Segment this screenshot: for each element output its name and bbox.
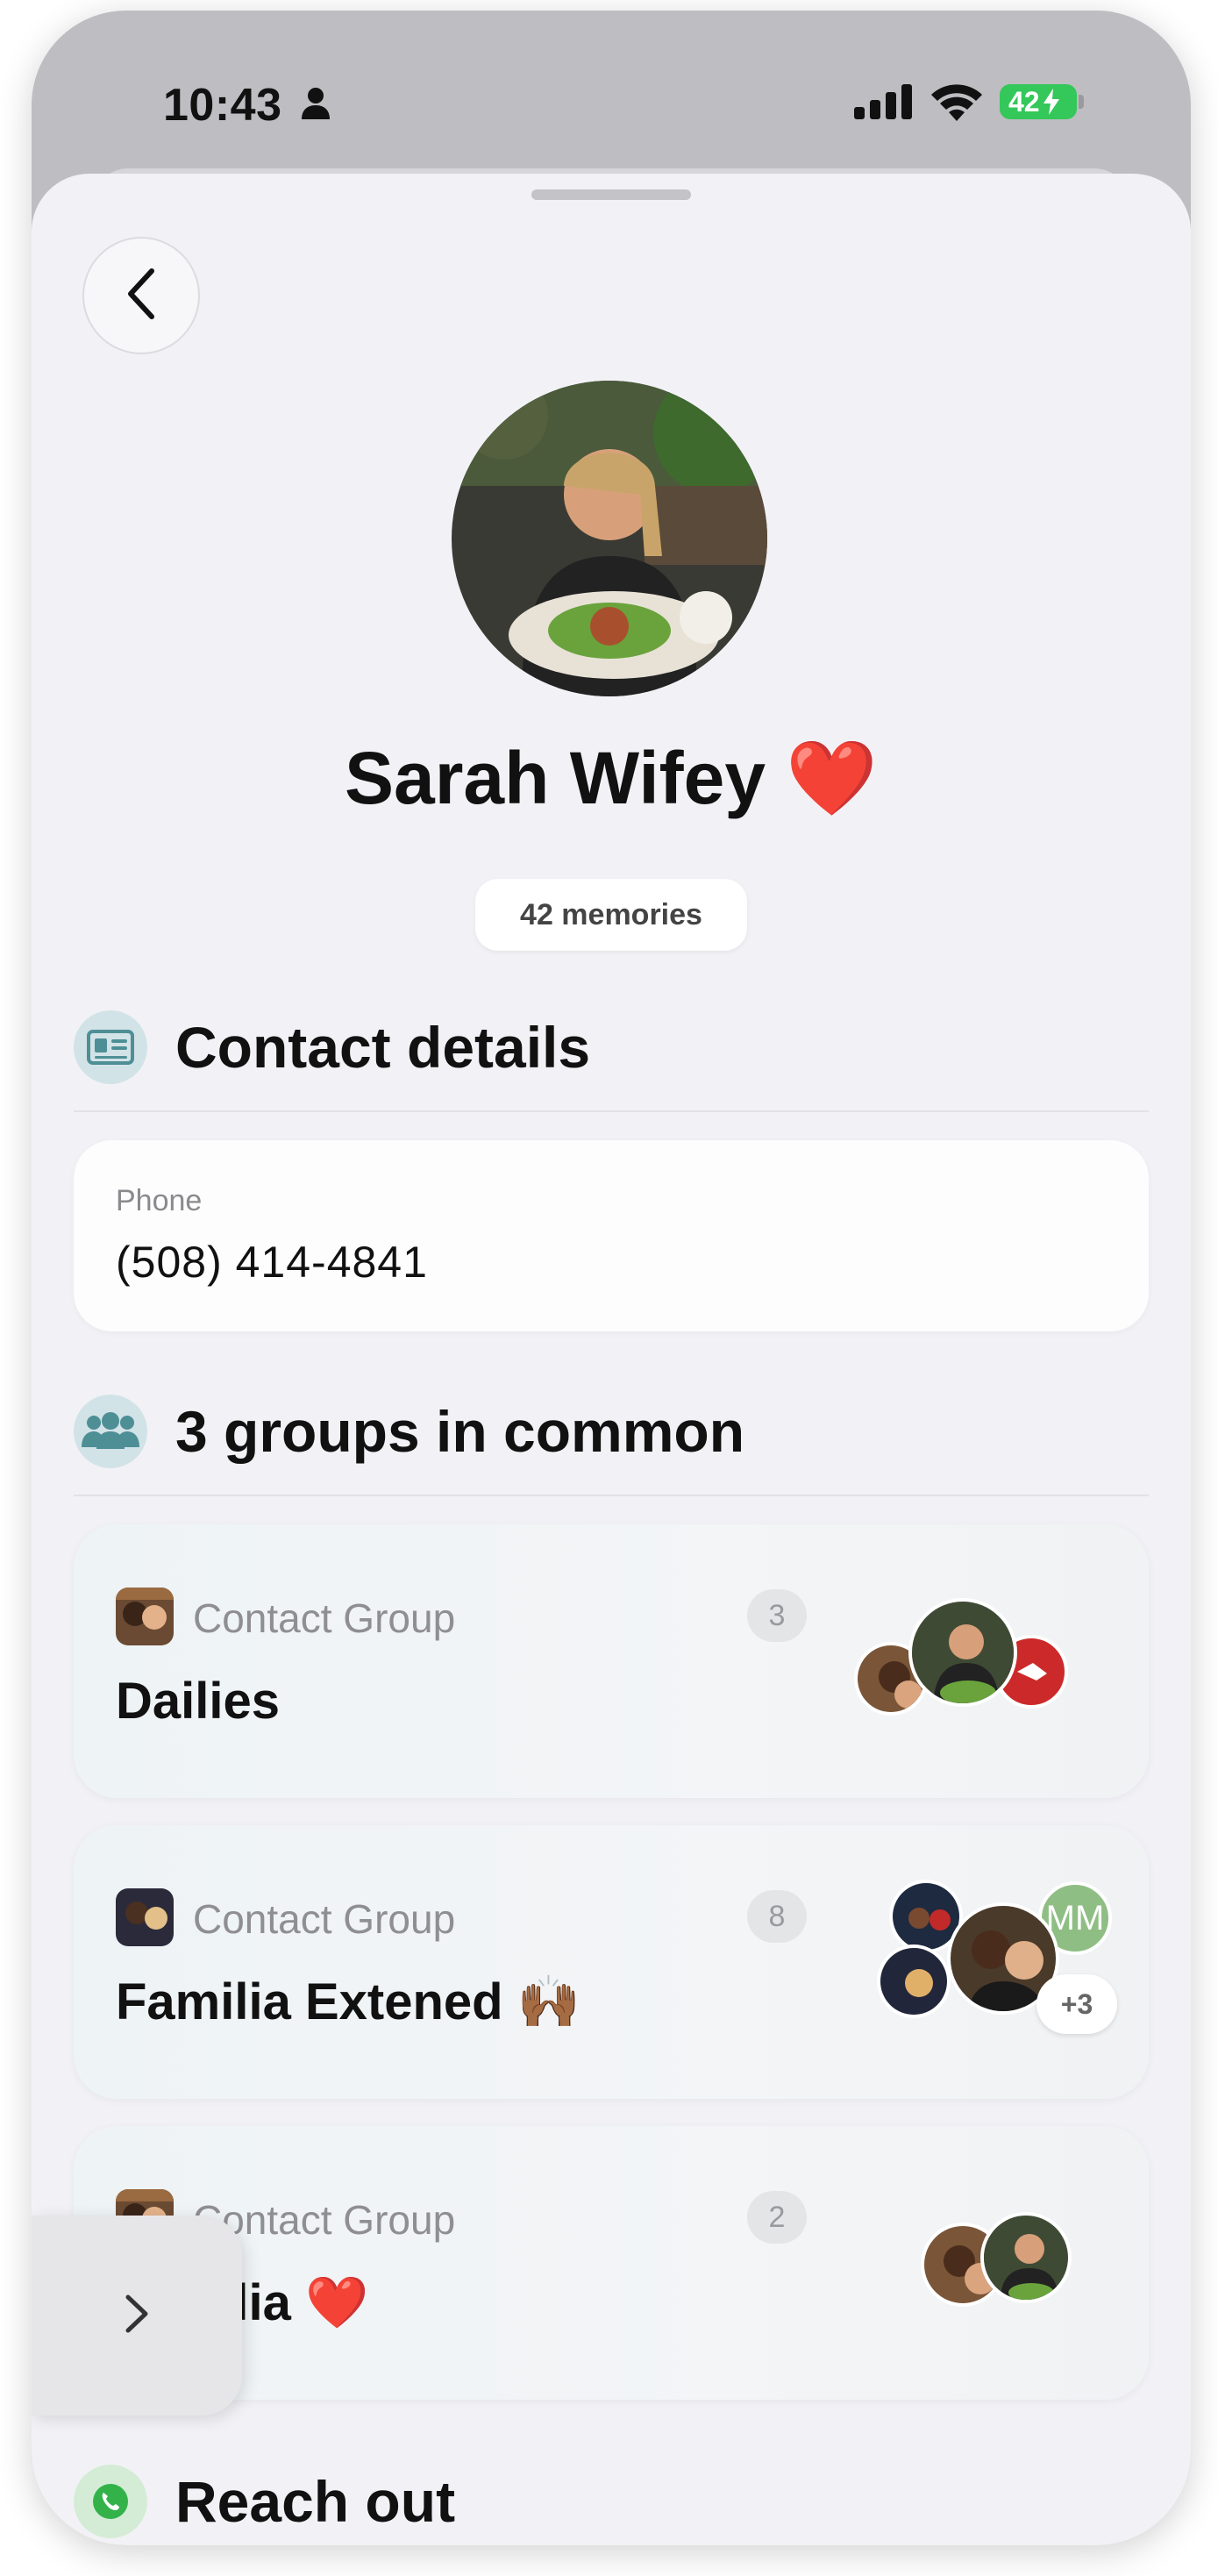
status-time: 10:43 bbox=[163, 80, 282, 131]
group-name: Familia Extened 🙌🏾 bbox=[116, 1973, 581, 2030]
sheet-grabber[interactable] bbox=[531, 189, 691, 200]
group-member-count: 3 bbox=[747, 1589, 807, 1642]
contact-name: Sarah Wifey ❤️ bbox=[32, 735, 1191, 822]
person-icon bbox=[300, 86, 331, 125]
reach-out-title: Reach out bbox=[175, 2469, 456, 2534]
status-bar: 10:43 42 bbox=[32, 11, 1191, 177]
phone-frame: 10:43 42 Sarah Wifey ❤️ 42 memories Cont… bbox=[32, 11, 1191, 2545]
member-avatar bbox=[980, 2212, 1072, 2303]
phone-card[interactable]: Phone (508) 414-4841 bbox=[74, 1140, 1149, 1331]
heart-emoji: ❤️ bbox=[786, 737, 879, 819]
chevron-right-icon bbox=[125, 2294, 149, 2338]
groups-header: 3 groups in common bbox=[74, 1395, 1149, 1468]
contact-sheet[interactable]: Sarah Wifey ❤️ 42 memories Contact detai… bbox=[32, 174, 1191, 2545]
group-type-label: Contact Group bbox=[193, 1896, 456, 1942]
divider bbox=[74, 1110, 1149, 1112]
member-avatar bbox=[877, 1944, 951, 2018]
member-avatar bbox=[908, 1598, 1017, 1707]
group-type-label: Contact Group bbox=[193, 1595, 456, 1641]
battery-cap bbox=[1079, 95, 1084, 109]
expand-side-panel-button[interactable] bbox=[32, 2216, 242, 2415]
contact-name-text: Sarah Wifey bbox=[344, 737, 766, 819]
id-card-icon bbox=[74, 1010, 147, 1084]
group-name: Dailies bbox=[116, 1673, 280, 1730]
memories-badge[interactable]: 42 memories bbox=[475, 879, 747, 951]
battery-charging-icon: 42 bbox=[1000, 84, 1077, 119]
divider bbox=[74, 1495, 1149, 1496]
more-members-badge: +3 bbox=[1036, 1974, 1117, 2034]
reach-out-header: Reach out bbox=[74, 2465, 1149, 2538]
wifi-icon bbox=[928, 81, 986, 127]
contact-details-header: Contact details bbox=[74, 1010, 1149, 1084]
avatar[interactable] bbox=[452, 381, 767, 696]
phone-value[interactable]: (508) 414-4841 bbox=[116, 1237, 428, 1288]
group-card-familia-extened[interactable]: Contact Group 8 Familia Extened 🙌🏾 MM +3 bbox=[74, 1825, 1149, 2099]
group-member-count: 2 bbox=[747, 2191, 807, 2244]
signal-icon bbox=[854, 82, 915, 125]
groups-title: 3 groups in common bbox=[175, 1399, 745, 1464]
chevron-left-icon bbox=[124, 266, 159, 326]
back-button[interactable] bbox=[82, 237, 200, 354]
group-card-dailies[interactable]: Contact Group 3 Dailies bbox=[74, 1524, 1149, 1798]
group-thumbnail bbox=[116, 1588, 174, 1645]
group-member-count: 8 bbox=[747, 1890, 807, 1943]
phone-label: Phone bbox=[116, 1184, 203, 1217]
group-thumbnail bbox=[116, 1888, 174, 1946]
whatsapp-phone-icon bbox=[74, 2465, 147, 2538]
people-icon bbox=[74, 1395, 147, 1468]
battery-level: 42 bbox=[1008, 85, 1040, 118]
contact-details-title: Contact details bbox=[175, 1015, 591, 1080]
